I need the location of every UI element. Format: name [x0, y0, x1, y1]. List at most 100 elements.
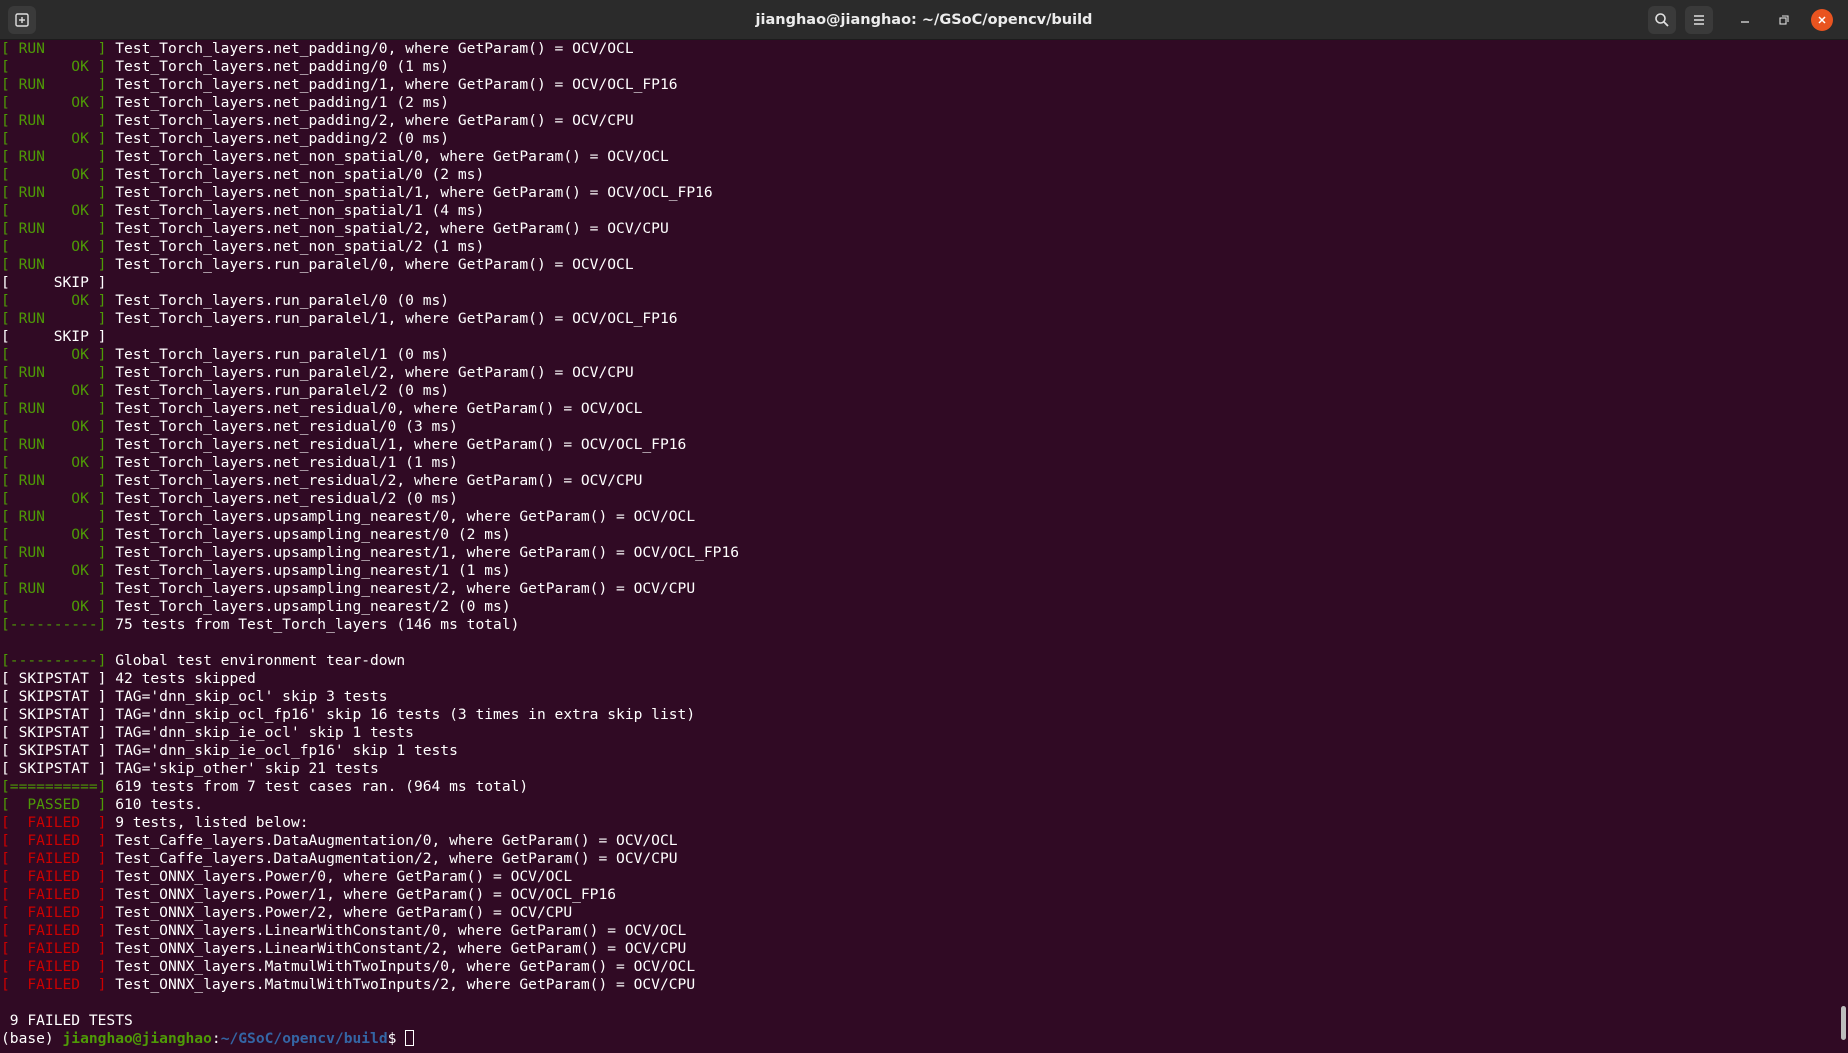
- line-text: Test_Torch_layers.upsampling_nearest/2, …: [106, 580, 696, 597]
- maximize-icon: [1779, 15, 1789, 25]
- terminal-line: [ SKIPSTAT ] TAG='skip_other' skip 21 te…: [1, 760, 1841, 778]
- terminal-line: [ OK ] Test_Torch_layers.upsampling_near…: [1, 526, 1841, 544]
- search-button[interactable]: [1648, 6, 1676, 34]
- line-text: 42 tests skipped: [106, 670, 256, 687]
- terminal-line: [ OK ] Test_Torch_layers.net_non_spatial…: [1, 202, 1841, 220]
- close-button[interactable]: [1811, 9, 1833, 31]
- status-tag: [ FAILED ]: [1, 976, 107, 993]
- status-tag: [ SKIPSTAT ]: [1, 742, 107, 759]
- line-text: Test_Torch_layers.run_paralel/2, where G…: [106, 364, 634, 381]
- status-tag: [ FAILED ]: [1, 868, 107, 885]
- line-text: Test_Torch_layers.run_paralel/1, where G…: [106, 310, 678, 327]
- title-bar: jianghao@jianghao: ~/GSoC/opencv/build: [0, 0, 1848, 40]
- line-text: Test_Caffe_layers.DataAugmentation/2, wh…: [106, 850, 678, 867]
- terminal-line: [ FAILED ] Test_ONNX_layers.MatmulWithTw…: [1, 976, 1841, 994]
- prompt-symbol: $: [387, 1030, 406, 1047]
- prompt-path: ~/GSoC/opencv/build: [220, 1030, 388, 1047]
- terminal-line: [ RUN ] Test_Torch_layers.upsampling_nea…: [1, 508, 1841, 526]
- terminal-line: [ OK ] Test_Torch_layers.run_paralel/1 (…: [1, 346, 1841, 364]
- terminal-line: [ RUN ] Test_Torch_layers.net_padding/1,…: [1, 76, 1841, 94]
- terminal-line: [ FAILED ] Test_ONNX_layers.LinearWithCo…: [1, 940, 1841, 958]
- terminal-line: [ SKIP ]: [1, 328, 1841, 346]
- terminal-line: [ SKIPSTAT ] 42 tests skipped: [1, 670, 1841, 688]
- status-tag: [ OK ]: [1, 202, 107, 219]
- line-text: Test_Torch_layers.run_paralel/1 (0 ms): [106, 346, 450, 363]
- line-text: TAG='dnn_skip_ie_ocl_fp16' skip 1 tests: [106, 742, 458, 759]
- status-tag: [ OK ]: [1, 526, 107, 543]
- status-tag: [ FAILED ]: [1, 922, 107, 939]
- prompt-user-host: jianghao@jianghao: [62, 1030, 212, 1047]
- line-text: Test_Torch_layers.net_padding/0, where G…: [106, 40, 634, 57]
- status-tag: [ FAILED ]: [1, 832, 107, 849]
- terminal-line: [ OK ] Test_Torch_layers.net_non_spatial…: [1, 166, 1841, 184]
- status-tag: [ FAILED ]: [1, 850, 107, 867]
- terminal-line: [ SKIP ]: [1, 274, 1841, 292]
- terminal-line: [ RUN ] Test_Torch_layers.net_non_spatia…: [1, 220, 1841, 238]
- shell-prompt[interactable]: (base) jianghao@jianghao:~/GSoC/opencv/b…: [1, 1030, 1841, 1048]
- line-text: Test_Torch_layers.upsampling_nearest/2 (…: [106, 598, 511, 615]
- line-text: Test_Torch_layers.upsampling_nearest/1 (…: [106, 562, 511, 579]
- terminal-line: [ RUN ] Test_Torch_layers.net_padding/2,…: [1, 112, 1841, 130]
- terminal-line: [ PASSED ] 610 tests.: [1, 796, 1841, 814]
- line-text: 610 tests.: [106, 796, 204, 813]
- menu-button[interactable]: [1685, 6, 1713, 34]
- status-tag: [ SKIP ]: [1, 274, 107, 291]
- terminal-line: [ OK ] Test_Torch_layers.run_paralel/0 (…: [1, 292, 1841, 310]
- terminal-line: [ FAILED ] Test_ONNX_layers.MatmulWithTw…: [1, 958, 1841, 976]
- minimize-button[interactable]: [1731, 6, 1759, 34]
- line-text: Test_Torch_layers.net_residual/0, where …: [106, 400, 643, 417]
- status-tag: [==========]: [1, 778, 107, 795]
- line-text: 9 tests, listed below:: [106, 814, 309, 831]
- status-tag: [----------]: [1, 616, 107, 633]
- line-text: Test_Torch_layers.run_paralel/2 (0 ms): [106, 382, 450, 399]
- status-tag: [ RUN ]: [1, 148, 107, 165]
- line-text: TAG='skip_other' skip 21 tests: [106, 760, 379, 777]
- line-text: Test_ONNX_layers.LinearWithConstant/0, w…: [106, 922, 687, 939]
- status-tag: [ OK ]: [1, 238, 107, 255]
- status-tag: [ RUN ]: [1, 544, 107, 561]
- status-tag: [ SKIPSTAT ]: [1, 688, 107, 705]
- terminal-line: [----------] 75 tests from Test_Torch_la…: [1, 616, 1841, 634]
- status-tag: [ SKIPSTAT ]: [1, 724, 107, 741]
- terminal-line: [ RUN ] Test_Torch_layers.upsampling_nea…: [1, 544, 1841, 562]
- line-text: TAG='dnn_skip_ie_ocl' skip 1 tests: [106, 724, 414, 741]
- status-tag: [ RUN ]: [1, 220, 107, 237]
- status-tag: [ RUN ]: [1, 400, 107, 417]
- terminal-output[interactable]: [ RUN ] Test_Torch_layers.net_padding/0,…: [0, 40, 1841, 1053]
- status-tag: [ SKIPSTAT ]: [1, 670, 107, 687]
- status-tag: [ SKIPSTAT ]: [1, 760, 107, 777]
- line-text: Test_ONNX_layers.Power/0, where GetParam…: [106, 868, 573, 885]
- line-text: Test_Torch_layers.net_padding/2, where G…: [106, 112, 634, 129]
- line-text: Test_Torch_layers.net_padding/2 (0 ms): [106, 130, 450, 147]
- status-tag: [ OK ]: [1, 490, 107, 507]
- status-tag: [ OK ]: [1, 382, 107, 399]
- terminal-line: [ RUN ] Test_Torch_layers.run_paralel/0,…: [1, 256, 1841, 274]
- terminal-line: [ RUN ] Test_Torch_layers.net_non_spatia…: [1, 148, 1841, 166]
- status-tag: [ OK ]: [1, 418, 107, 435]
- terminal-line: [ SKIPSTAT ] TAG='dnn_skip_ie_ocl_fp16' …: [1, 742, 1841, 760]
- terminal-lines: [ RUN ] Test_Torch_layers.net_padding/0,…: [1, 40, 1841, 1030]
- line-text: Test_ONNX_layers.MatmulWithTwoInputs/2, …: [106, 976, 696, 993]
- status-tag: [ OK ]: [1, 166, 107, 183]
- terminal-line: [ OK ] Test_Torch_layers.upsampling_near…: [1, 598, 1841, 616]
- line-text: TAG='dnn_skip_ocl_fp16' skip 16 tests (3…: [106, 706, 696, 723]
- terminal-line: [ OK ] Test_Torch_layers.upsampling_near…: [1, 562, 1841, 580]
- terminal-line: [ OK ] Test_Torch_layers.net_residual/2 …: [1, 490, 1841, 508]
- terminal-line: [ OK ] Test_Torch_layers.net_padding/2 (…: [1, 130, 1841, 148]
- scrollbar-thumb[interactable]: [1841, 1006, 1846, 1040]
- status-tag: [ SKIP ]: [1, 328, 107, 345]
- terminal-line: 9 FAILED TESTS: [1, 1012, 1841, 1030]
- terminal-line: [ SKIPSTAT ] TAG='dnn_skip_ocl' skip 3 t…: [1, 688, 1841, 706]
- line-text: Test_Torch_layers.net_residual/1 (1 ms): [106, 454, 458, 471]
- status-tag: [ OK ]: [1, 598, 107, 615]
- minimize-icon: [1741, 21, 1749, 23]
- maximize-button[interactable]: [1770, 6, 1798, 34]
- line-text: Test_Torch_layers.run_paralel/0 (0 ms): [106, 292, 450, 309]
- terminal-line: [ RUN ] Test_Torch_layers.run_paralel/2,…: [1, 364, 1841, 382]
- prompt-colon: :: [211, 1030, 221, 1047]
- line-text: Test_ONNX_layers.Power/2, where GetParam…: [106, 904, 573, 921]
- line-text: Test_Torch_layers.run_paralel/0, where G…: [106, 256, 634, 273]
- terminal-line: [ RUN ] Test_Torch_layers.run_paralel/1,…: [1, 310, 1841, 328]
- line-text: Test_Torch_layers.net_non_spatial/2, whe…: [106, 220, 669, 237]
